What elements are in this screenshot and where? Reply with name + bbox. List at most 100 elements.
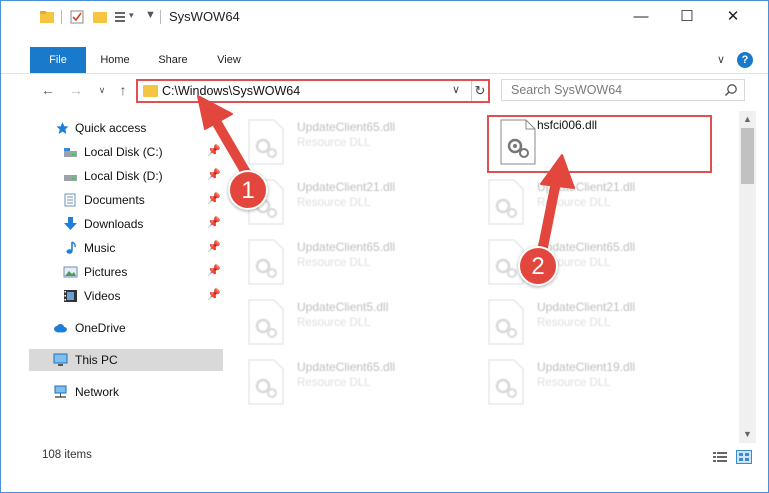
address-dropdown-button[interactable]: ∨ <box>452 83 460 96</box>
sidebar-item-label: Quick access <box>75 121 147 135</box>
list-item[interactable]: UpdateClient65.dll Resource DLL <box>237 353 467 411</box>
tab-view[interactable]: View <box>207 47 251 73</box>
list-item[interactable]: UpdateClient19.dll Resource DLL <box>477 353 707 411</box>
list-item[interactable]: UpdateClient65.dll Resource DLL <box>237 233 467 291</box>
address-bar[interactable]: C:\Windows\SysWOW64 ∨ ↻ <box>136 79 490 103</box>
sidebar-item-label: Documents <box>84 193 145 207</box>
step-badge-1: 1 <box>228 170 268 210</box>
list-item[interactable]: UpdateClient5.dll Resource DLL <box>237 293 467 351</box>
refresh-button[interactable]: ↻ <box>471 81 488 101</box>
sidebar-item-label: Music <box>84 241 116 255</box>
list-item[interactable]: UpdateClient21.dll Resource DLL <box>237 173 467 231</box>
sidebar-item-label: Local Disk (D:) <box>84 169 163 183</box>
folder-icon <box>143 85 158 97</box>
dll-file-icon <box>488 179 524 225</box>
file-name: UpdateClient19.dll <box>537 360 636 374</box>
title-bar: ▾ ▼ SysWOW64 — ☐ ✕ <box>1 1 768 33</box>
scroll-thumb[interactable] <box>741 128 754 184</box>
file-type: Resource DLL <box>297 257 371 269</box>
pin-icon[interactable]: 📌 <box>207 240 221 253</box>
pin-icon[interactable]: 📌 <box>207 144 221 157</box>
sidebar-item-onedrive[interactable]: OneDrive <box>29 317 223 339</box>
file-type: Resource DLL <box>297 137 371 149</box>
pin-icon[interactable]: 📌 <box>207 168 221 181</box>
navigation-pane: Quick access Local Disk (C:) 📌 Local Dis… <box>29 113 223 443</box>
separator <box>61 10 62 24</box>
computer-icon <box>53 353 68 366</box>
documents-icon <box>64 193 76 207</box>
list-item[interactable]: UpdateClient21.dll Resource DLL <box>477 293 707 351</box>
star-icon <box>56 122 69 134</box>
music-icon <box>66 241 76 254</box>
close-button[interactable]: ✕ <box>710 1 756 33</box>
sidebar-item-downloads[interactable]: Downloads 📌 <box>29 213 223 235</box>
scroll-up-icon[interactable]: ▲ <box>739 111 756 128</box>
scroll-down-icon[interactable]: ▼ <box>739 426 756 443</box>
sidebar-item-this-pc[interactable]: This PC <box>29 349 223 371</box>
file-name: UpdateClient65.dll <box>297 360 396 374</box>
file-type: Resource DLL <box>297 377 371 389</box>
window-title: SysWOW64 <box>169 9 240 24</box>
sidebar-item-network[interactable]: Network <box>29 381 223 403</box>
file-name: UpdateClient65.dll <box>297 120 396 134</box>
drive-icon <box>64 175 77 181</box>
dll-file-icon <box>248 359 284 405</box>
file-type: Resource DLL <box>297 197 371 209</box>
pin-icon[interactable]: 📌 <box>207 192 221 205</box>
tab-file[interactable]: File <box>30 47 86 73</box>
sidebar-item-documents[interactable]: Documents 📌 <box>29 189 223 211</box>
up-button[interactable]: ↑ <box>113 80 133 100</box>
step-badge-2: 2 <box>518 246 558 286</box>
sidebar-item-label: Pictures <box>84 265 128 279</box>
search-icon[interactable] <box>724 83 738 97</box>
back-button[interactable]: ← <box>38 80 58 100</box>
tab-share[interactable]: Share <box>149 47 197 73</box>
properties-icon[interactable] <box>70 10 84 24</box>
sidebar-item-videos[interactable]: Videos 📌 <box>29 285 223 307</box>
help-button[interactable]: ? <box>737 52 753 68</box>
status-bar: 108 items <box>1 445 768 467</box>
address-path[interactable]: C:\Windows\SysWOW64 <box>162 84 300 98</box>
qat-dropdown-icon[interactable]: ▼ <box>145 9 156 21</box>
sidebar-item-local-disk-c[interactable]: Local Disk (C:) 📌 <box>29 141 223 163</box>
sidebar-item-quick-access[interactable]: Quick access <box>29 117 223 139</box>
forward-button[interactable]: → <box>66 80 86 100</box>
dll-file-icon <box>248 119 284 165</box>
pin-icon[interactable]: 📌 <box>207 288 221 301</box>
pictures-icon <box>63 266 78 278</box>
list-item[interactable]: UpdateClient21.dll Resource DLL <box>477 173 707 231</box>
chevron-down-icon[interactable]: ▾ <box>129 10 134 21</box>
pin-icon[interactable]: 📌 <box>207 216 221 229</box>
ribbon-expand-icon[interactable]: ∨ <box>717 53 725 66</box>
sidebar-item-music[interactable]: Music 📌 <box>29 237 223 259</box>
sidebar-item-label: OneDrive <box>75 321 126 335</box>
dll-file-icon <box>488 359 524 405</box>
sidebar-item-label: Local Disk (C:) <box>84 145 163 159</box>
sidebar-item-local-disk-d[interactable]: Local Disk (D:) 📌 <box>29 165 223 187</box>
large-icons-view-icon[interactable] <box>736 450 752 464</box>
file-name: UpdateClient21.dll <box>297 180 396 194</box>
explorer-window: ▾ ▼ SysWOW64 — ☐ ✕ File Home Share View … <box>0 0 769 493</box>
list-item[interactable]: UpdateClient65.dll Resource DLL <box>477 233 707 291</box>
sidebar-item-pictures[interactable]: Pictures 📌 <box>29 261 223 283</box>
new-folder-icon[interactable] <box>93 10 107 24</box>
network-icon <box>54 385 67 398</box>
file-name: UpdateClient21.dll <box>537 300 636 314</box>
customize-icon[interactable] <box>114 10 128 24</box>
dll-file-icon <box>248 299 284 345</box>
list-item[interactable]: UpdateClient65.dll Resource DLL <box>237 113 467 171</box>
file-type: Resource DLL <box>297 317 371 329</box>
tab-home[interactable]: Home <box>91 47 139 73</box>
details-view-icon[interactable] <box>712 450 728 464</box>
videos-icon <box>64 290 77 302</box>
sidebar-item-label: This PC <box>75 353 118 367</box>
minimize-button[interactable]: — <box>618 1 664 33</box>
downloads-icon <box>64 217 77 230</box>
vertical-scrollbar[interactable]: ▲ ▼ <box>739 111 756 443</box>
maximize-button[interactable]: ☐ <box>664 1 710 33</box>
search-input[interactable]: Search SysWOW64 <box>501 79 745 101</box>
recent-locations-button[interactable]: ∨ <box>92 80 112 100</box>
pin-icon[interactable]: 📌 <box>207 264 221 277</box>
drive-icon <box>64 148 77 157</box>
file-type: Resource DLL <box>537 317 611 329</box>
